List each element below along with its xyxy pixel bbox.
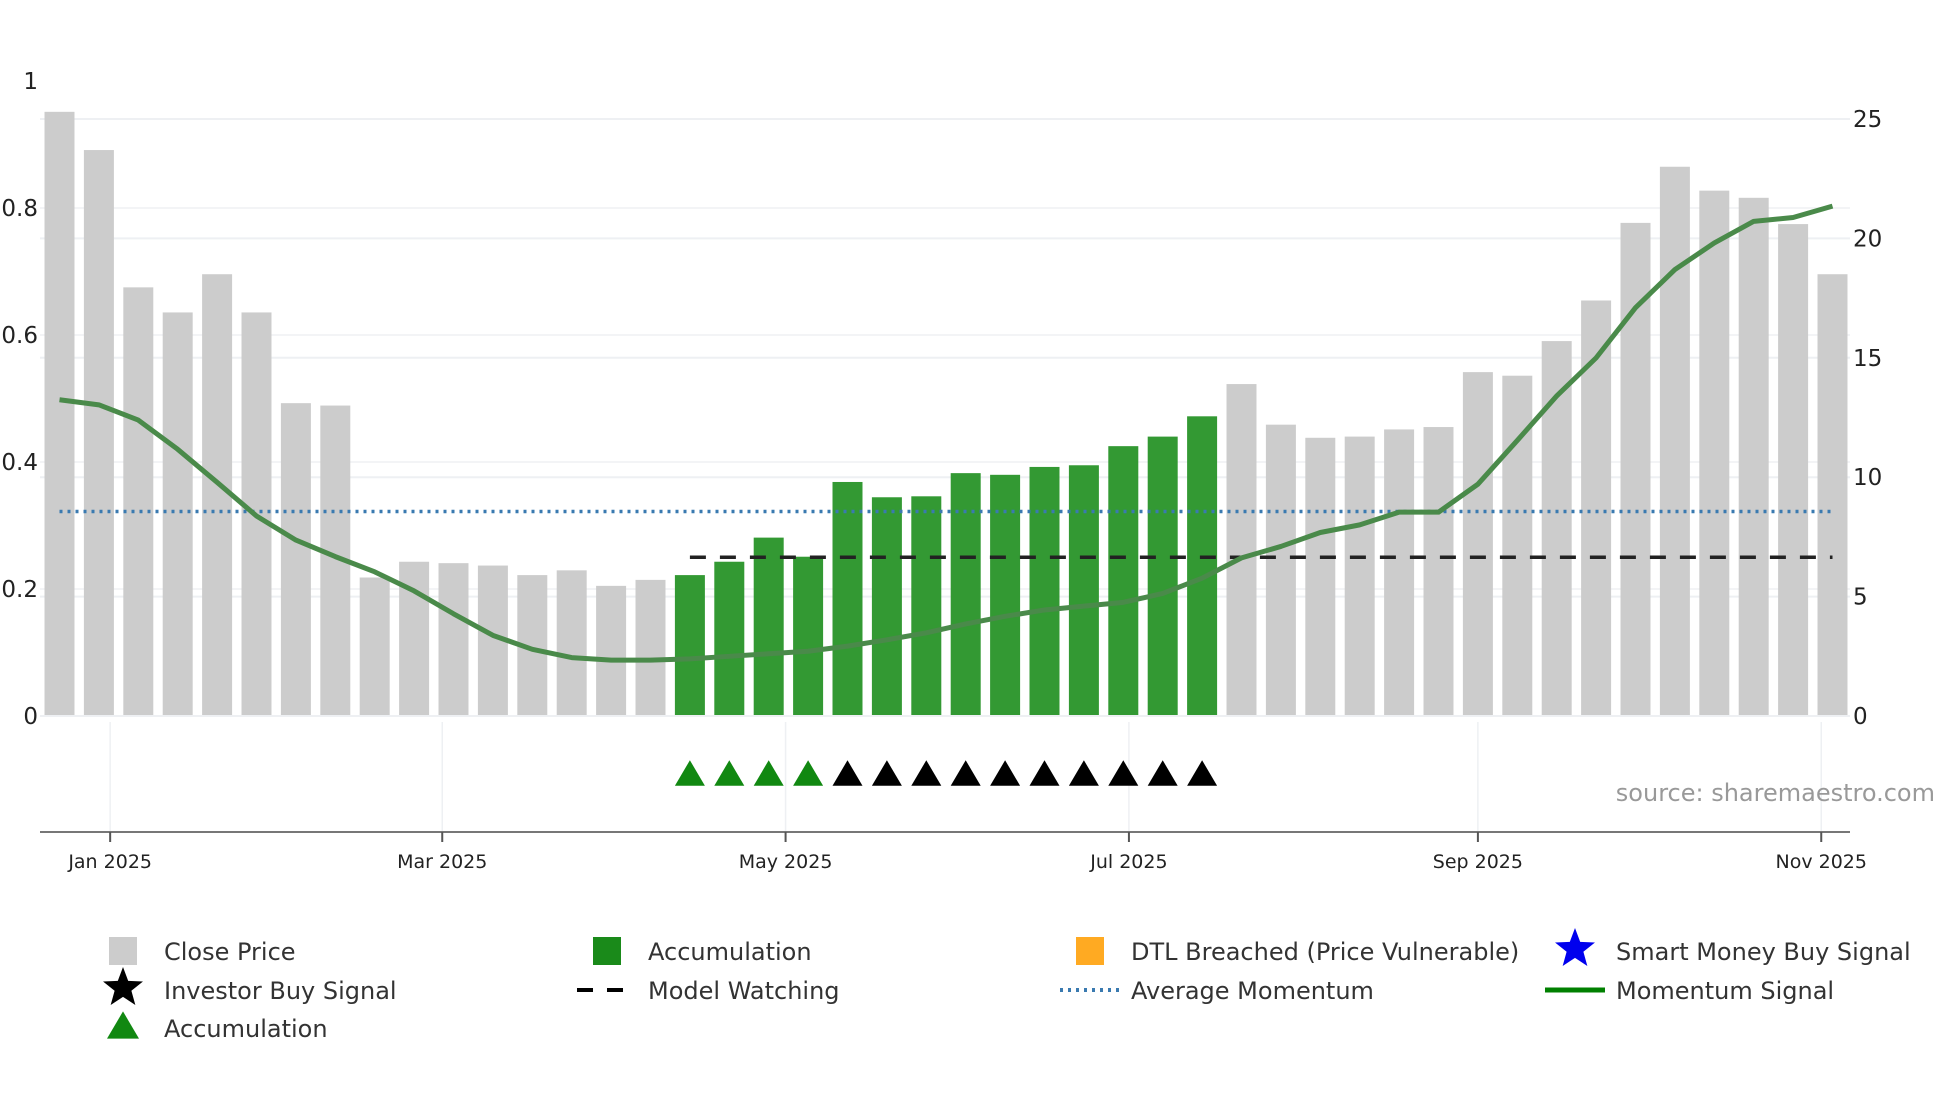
investor-buy-marker xyxy=(1108,760,1139,786)
close-price-bar xyxy=(1659,166,1690,716)
close-price-bar xyxy=(280,403,311,716)
accumulation-bar xyxy=(950,473,981,716)
left-tick-label: 0.2 xyxy=(1,577,38,603)
black-star-icon xyxy=(103,967,143,1005)
legend-label: DTL Breached (Price Vulnerable) xyxy=(1131,938,1519,966)
gridlines xyxy=(40,118,1850,832)
legend-label: Accumulation xyxy=(164,1015,328,1043)
investor-buy-marker xyxy=(1029,760,1060,786)
bars xyxy=(44,111,1848,717)
accumulation-bar xyxy=(1029,466,1060,716)
left-tick-label: 0 xyxy=(23,704,38,730)
close-price-bar xyxy=(556,570,587,716)
gray-square-icon xyxy=(109,937,137,965)
investor-buy-marker xyxy=(871,760,902,786)
left-tick-label: 0.8 xyxy=(1,196,38,222)
x-tick-label: May 2025 xyxy=(739,851,833,873)
right-tick-label: 0 xyxy=(1853,704,1868,730)
legend-label: Smart Money Buy Signal xyxy=(1616,938,1911,966)
investor-buy-marker xyxy=(950,760,981,786)
investor-buy-marker xyxy=(911,760,942,786)
chart: Jan 2025 Mar 2025 May 2025 Jul 2025 Sep 2025… xyxy=(1,69,1935,1043)
legend: Close Price Accumulation DTL Breached (Pri… xyxy=(103,928,1911,1043)
close-price-bar xyxy=(1384,429,1415,716)
x-tick-label: Jan 2025 xyxy=(67,851,152,873)
investor-buy-marker xyxy=(1187,760,1218,786)
legend-label: Accumulation xyxy=(648,938,812,966)
legend-label: Investor Buy Signal xyxy=(164,977,397,1005)
accumulation-bar xyxy=(1187,416,1218,716)
blue-star-icon xyxy=(1555,928,1595,966)
orange-square-icon xyxy=(1076,937,1104,965)
close-price-bar xyxy=(123,287,154,716)
accumulation-marker xyxy=(674,760,705,786)
accumulation-marker xyxy=(753,760,784,786)
accumulation-bar xyxy=(753,537,784,716)
left-tick-label: 0.6 xyxy=(1,323,38,349)
accumulation-bar xyxy=(793,556,824,716)
right-tick-label: 25 xyxy=(1853,107,1882,133)
investor-buy-marker xyxy=(1068,760,1099,786)
legend-label: Average Momentum xyxy=(1131,977,1374,1005)
close-price-bar xyxy=(1344,436,1375,716)
close-price-bar xyxy=(83,150,114,716)
right-tick-label: 20 xyxy=(1853,226,1882,252)
close-price-bar xyxy=(1265,424,1296,716)
close-price-bar xyxy=(1778,224,1809,716)
close-price-bar xyxy=(1738,197,1769,716)
right-tick-label: 5 xyxy=(1853,585,1868,611)
close-price-bar xyxy=(438,563,469,716)
accumulation-bar xyxy=(1108,446,1139,716)
markers xyxy=(674,760,1218,786)
legend-label: Momentum Signal xyxy=(1616,977,1834,1005)
close-price-bar xyxy=(1581,300,1612,716)
close-price-bar xyxy=(1462,372,1493,716)
close-price-bar xyxy=(1699,190,1730,716)
left-tick-label: 1 xyxy=(23,69,38,95)
left-tick-label: 0.4 xyxy=(1,450,38,476)
right-tick-label: 10 xyxy=(1853,465,1882,491)
legend-label: Close Price xyxy=(164,938,296,966)
x-tick-label: Mar 2025 xyxy=(397,851,487,873)
source-label: source: sharemaestro.com xyxy=(1616,779,1935,807)
right-tick-label: 15 xyxy=(1853,346,1882,372)
accumulation-bar xyxy=(871,497,902,716)
green-triangle-icon xyxy=(107,1011,139,1039)
close-price-bar xyxy=(359,577,390,716)
close-price-bar xyxy=(1305,437,1336,716)
close-price-bar xyxy=(635,579,666,716)
investor-buy-marker xyxy=(832,760,863,786)
accumulation-bar xyxy=(1068,465,1099,716)
accumulation-bar xyxy=(674,575,705,716)
close-price-bar xyxy=(44,111,75,716)
accumulation-marker xyxy=(714,760,745,786)
x-tick-label: Jul 2025 xyxy=(1089,851,1167,873)
green-square-icon xyxy=(593,937,621,965)
close-price-bar xyxy=(1817,274,1848,716)
close-price-bar xyxy=(162,312,193,716)
close-price-bar xyxy=(202,274,233,716)
close-price-bar xyxy=(1226,384,1257,716)
accumulation-bar xyxy=(911,496,942,716)
x-tick-label: Nov 2025 xyxy=(1776,851,1867,873)
close-price-bar xyxy=(1423,427,1454,716)
accumulation-bar xyxy=(1147,436,1178,716)
accumulation-marker xyxy=(793,760,824,786)
close-price-bar xyxy=(596,585,627,716)
legend-label: Model Watching xyxy=(648,977,840,1005)
x-tick-label: Sep 2025 xyxy=(1433,851,1523,873)
investor-buy-marker xyxy=(1147,760,1178,786)
investor-buy-marker xyxy=(990,760,1021,786)
accumulation-bar xyxy=(832,481,863,716)
accumulation-bar xyxy=(714,561,745,716)
